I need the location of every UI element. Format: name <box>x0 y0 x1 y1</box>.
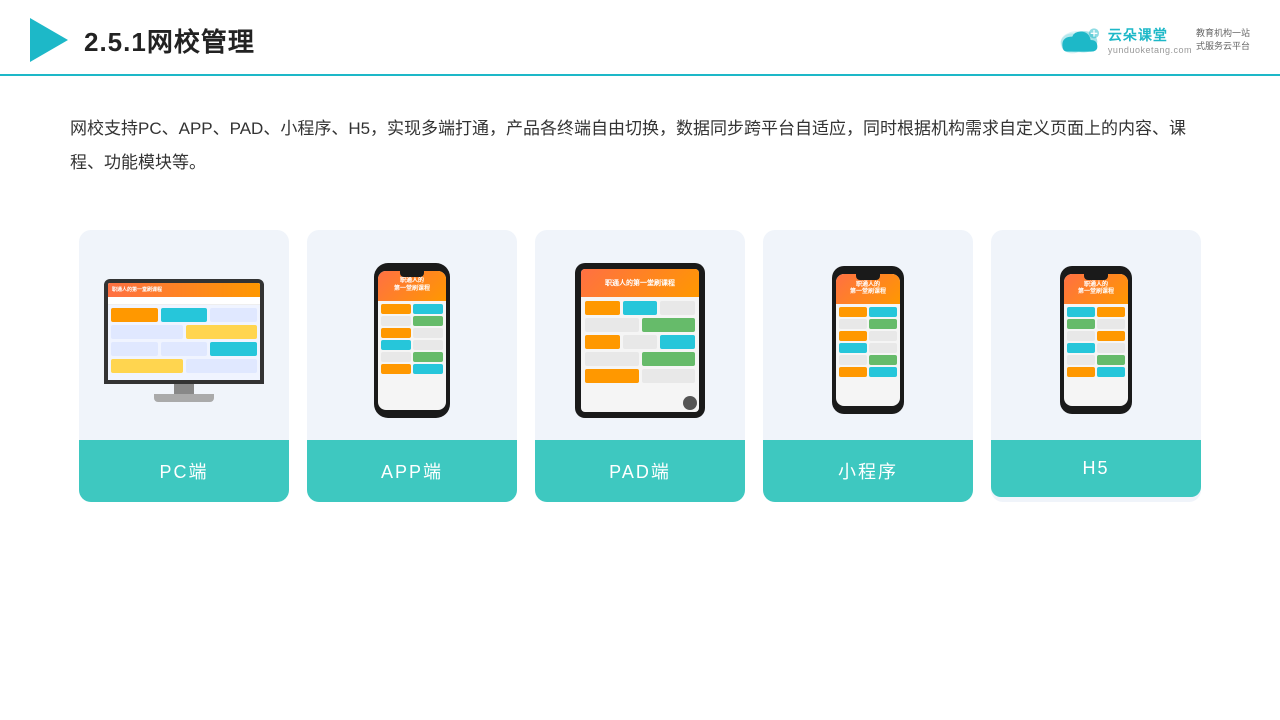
miniapp-notch <box>856 274 880 280</box>
card-pc: 职通人的第一堂刷课程 <box>79 230 289 502</box>
h5-phone-screen: 职通人的第一堂刷课程 <box>1064 274 1128 406</box>
logo-icon: 云朵课堂 yunduoketang.com 教育机构一站式服务云平台 <box>1054 24 1250 56</box>
card-app-label: APP端 <box>307 440 517 502</box>
pc-mockup: 职通人的第一堂刷课程 <box>97 279 272 402</box>
page-title: 2.5.1网校管理 <box>84 22 255 59</box>
miniapp-phone-screen: 职通人的第一堂刷课程 <box>836 274 900 406</box>
card-pad: 职通人的第一堂刷课程 <box>535 230 745 502</box>
pad-tablet-screen: 职通人的第一堂刷课程 <box>581 269 699 412</box>
tablet-home-button <box>683 396 697 410</box>
phone-notch <box>400 271 424 277</box>
play-icon <box>30 18 68 62</box>
miniapp-phone-mockup: 职通人的第一堂刷课程 <box>832 266 904 414</box>
card-pc-label: PC端 <box>79 440 289 502</box>
pad-tablet-mockup: 职通人的第一堂刷课程 <box>575 263 705 418</box>
card-app-image: 职通人的第一堂刷课程 <box>307 230 517 440</box>
logo-text-group: 云朵课堂 yunduoketang.com <box>1108 25 1192 55</box>
card-pad-image: 职通人的第一堂刷课程 <box>535 230 745 440</box>
cards-container: 职通人的第一堂刷课程 <box>0 210 1280 532</box>
logo-name: 云朵课堂 <box>1108 25 1192 45</box>
card-h5: 职通人的第一堂刷课程 <box>991 230 1201 502</box>
app-phone-screen: 职通人的第一堂刷课程 <box>378 271 446 410</box>
card-pc-image: 职通人的第一堂刷课程 <box>79 230 289 440</box>
card-miniapp: 职通人的第一堂刷课程 <box>763 230 973 502</box>
header-left: 2.5.1网校管理 <box>30 18 255 62</box>
h5-notch <box>1084 274 1108 280</box>
pc-screen: 职通人的第一堂刷课程 <box>104 279 264 384</box>
card-pad-label: PAD端 <box>535 440 745 502</box>
cloud-svg <box>1054 24 1104 56</box>
card-miniapp-label: 小程序 <box>763 440 973 502</box>
page-header: 2.5.1网校管理 云朵课堂 yunduoketang.com 教育机构一站式服… <box>0 0 1280 76</box>
description-content: 网校支持PC、APP、PAD、小程序、H5，实现多端打通，产品各终端自由切换，数… <box>70 119 1186 172</box>
logo-area: 云朵课堂 yunduoketang.com 教育机构一站式服务云平台 <box>1054 24 1250 56</box>
h5-phone-mockup: 职通人的第一堂刷课程 <box>1060 266 1132 414</box>
card-miniapp-image: 职通人的第一堂刷课程 <box>763 230 973 440</box>
card-h5-label: H5 <box>991 440 1201 497</box>
description-text: 网校支持PC、APP、PAD、小程序、H5，实现多端打通，产品各终端自由切换，数… <box>0 76 1280 200</box>
app-phone-mockup: 职通人的第一堂刷课程 <box>374 263 450 418</box>
card-h5-image: 职通人的第一堂刷课程 <box>991 230 1201 440</box>
logo-slogan: 教育机构一站式服务云平台 <box>1196 27 1250 52</box>
logo-url: yunduoketang.com <box>1108 45 1192 55</box>
card-app: 职通人的第一堂刷课程 <box>307 230 517 502</box>
